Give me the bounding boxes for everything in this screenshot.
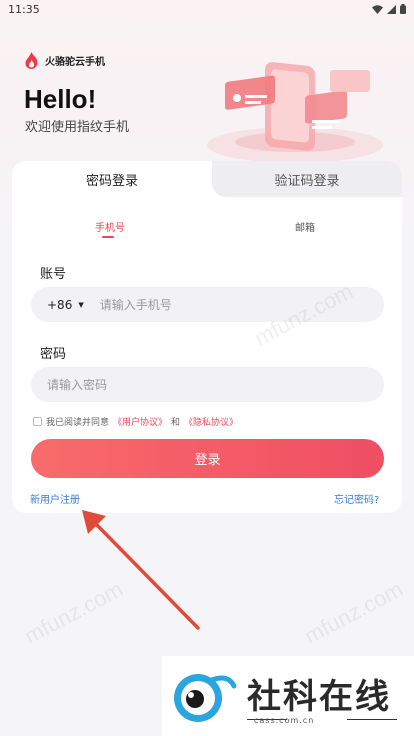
agreement-conj: 和 <box>171 418 181 428</box>
user-terms-link[interactable]: 《用户协议》 <box>113 415 167 428</box>
privacy-link[interactable]: 《隐私协议》 <box>184 415 238 428</box>
footer-divider-right <box>347 719 397 720</box>
brand-name: 火骆驼云手机 <box>45 57 105 68</box>
status-icons <box>372 4 406 14</box>
battery-icon <box>400 4 406 14</box>
password-placeholder: 请输入密码 <box>47 378 108 392</box>
password-label: 密码 <box>40 347 67 362</box>
annotation-arrow <box>82 510 200 630</box>
signal-icon <box>387 4 396 14</box>
eye-logo-icon <box>174 674 237 722</box>
agreement-prefix: 我已阅读并同意 <box>46 418 110 428</box>
watermark: mfunz.com <box>300 576 407 649</box>
welcome-subtitle: 欢迎使用指纹手机 <box>25 120 130 135</box>
hello-title: Hello! <box>24 84 97 114</box>
footer-logo: 社科在线 cass.com.cn <box>162 656 414 736</box>
country-code[interactable]: +86 <box>47 298 72 312</box>
flame-icon <box>25 52 38 69</box>
footer-domain: cass.com.cn <box>254 716 315 725</box>
login-card: 验证码登录 密码登录 手机号 邮箱 账号 +86 ▼ 请输入手机号 密码 请输入… <box>12 161 402 513</box>
status-time: 11:35 <box>8 2 40 16</box>
agreement-checkbox[interactable] <box>33 417 42 426</box>
phone-placeholder: 请输入手机号 <box>99 298 172 312</box>
tab-sms-login[interactable]: 验证码登录 <box>212 161 402 197</box>
wifi-icon <box>372 4 383 14</box>
forgot-password-link[interactable]: 忘记密码? <box>334 491 379 506</box>
status-bar: 11:35 <box>0 0 414 18</box>
tab-password-login[interactable]: 密码登录 <box>12 161 212 197</box>
subtab-email[interactable]: 邮箱 <box>295 219 315 234</box>
account-label: 账号 <box>40 267 67 282</box>
subtab-underline <box>102 236 114 238</box>
login-button[interactable]: 登录 <box>31 439 384 478</box>
brand: 火骆驼云手机 <box>24 52 105 69</box>
password-field[interactable]: 请输入密码 <box>31 367 384 402</box>
hero-illustration <box>207 62 383 163</box>
agreement: 我已阅读并同意 《用户协议》 和 《隐私协议》 <box>33 415 238 428</box>
footer-title: 社科在线 <box>247 677 391 717</box>
subtab-phone[interactable]: 手机号 <box>95 219 125 234</box>
caret-down-icon[interactable]: ▼ <box>78 301 83 309</box>
login-tabs: 验证码登录 密码登录 <box>12 161 402 197</box>
